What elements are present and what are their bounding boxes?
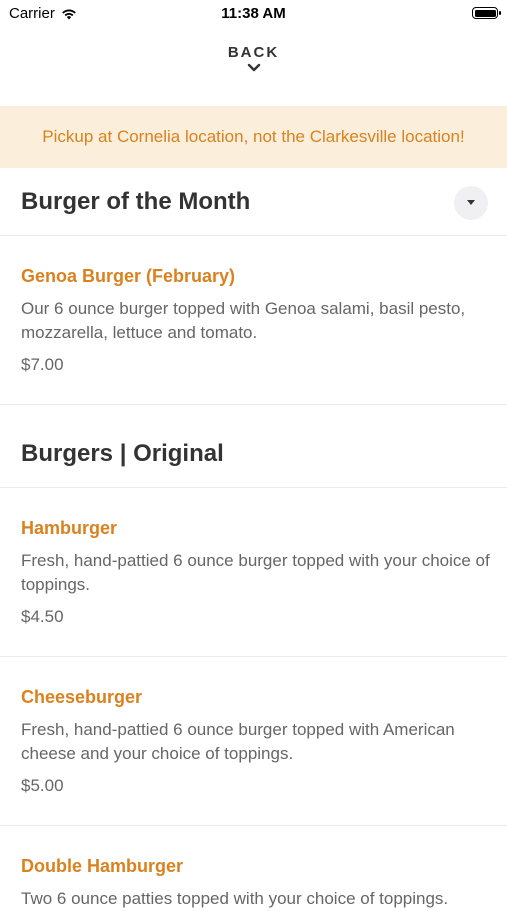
status-time: 11:38 AM <box>221 5 286 22</box>
pickup-notice-banner: Pickup at Cornelia location, not the Cla… <box>0 106 507 168</box>
item-name: Cheeseburger <box>21 687 143 707</box>
item-description: Our 6 ounce burger topped with Genoa sal… <box>21 299 466 342</box>
item-price: $7.00 <box>21 355 64 374</box>
section-header-burgers-original[interactable]: Burgers | Original <box>0 420 507 488</box>
item-description: Fresh, hand-pattied 6 ounce burger toppe… <box>21 720 455 763</box>
back-label: BACK <box>227 44 280 61</box>
status-bar: Carrier 11:38 AM <box>0 0 507 28</box>
item-name: Double Hamburger <box>21 856 184 876</box>
item-price: $4.50 <box>21 607 64 626</box>
item-description: Two 6 ounce patties topped with your cho… <box>21 889 449 908</box>
caret-down-icon <box>467 200 475 205</box>
item-name: Hamburger <box>21 518 118 538</box>
section-title: Burgers | Original <box>21 440 224 467</box>
collapse-button[interactable] <box>454 186 488 220</box>
battery-icon <box>472 7 501 19</box>
menu-item[interactable]: Genoa Burger (February) Our 6 ounce burg… <box>0 236 507 405</box>
menu-item[interactable]: Double Hamburger Two 6 ounce patties top… <box>0 826 507 908</box>
back-button[interactable]: BACK <box>0 44 507 73</box>
menu-item[interactable]: Cheeseburger Fresh, hand-pattied 6 ounce… <box>0 657 507 826</box>
menu-item[interactable]: Hamburger Fresh, hand-pattied 6 ounce bu… <box>0 488 507 657</box>
item-description: Fresh, hand-pattied 6 ounce burger toppe… <box>21 551 490 594</box>
item-name: Genoa Burger (February) <box>21 266 236 286</box>
section-header-burger-of-the-month[interactable]: Burger of the Month <box>0 168 507 236</box>
section-title: Burger of the Month <box>21 188 251 215</box>
item-price: $5.00 <box>21 776 64 795</box>
chevron-down-icon <box>247 63 260 72</box>
